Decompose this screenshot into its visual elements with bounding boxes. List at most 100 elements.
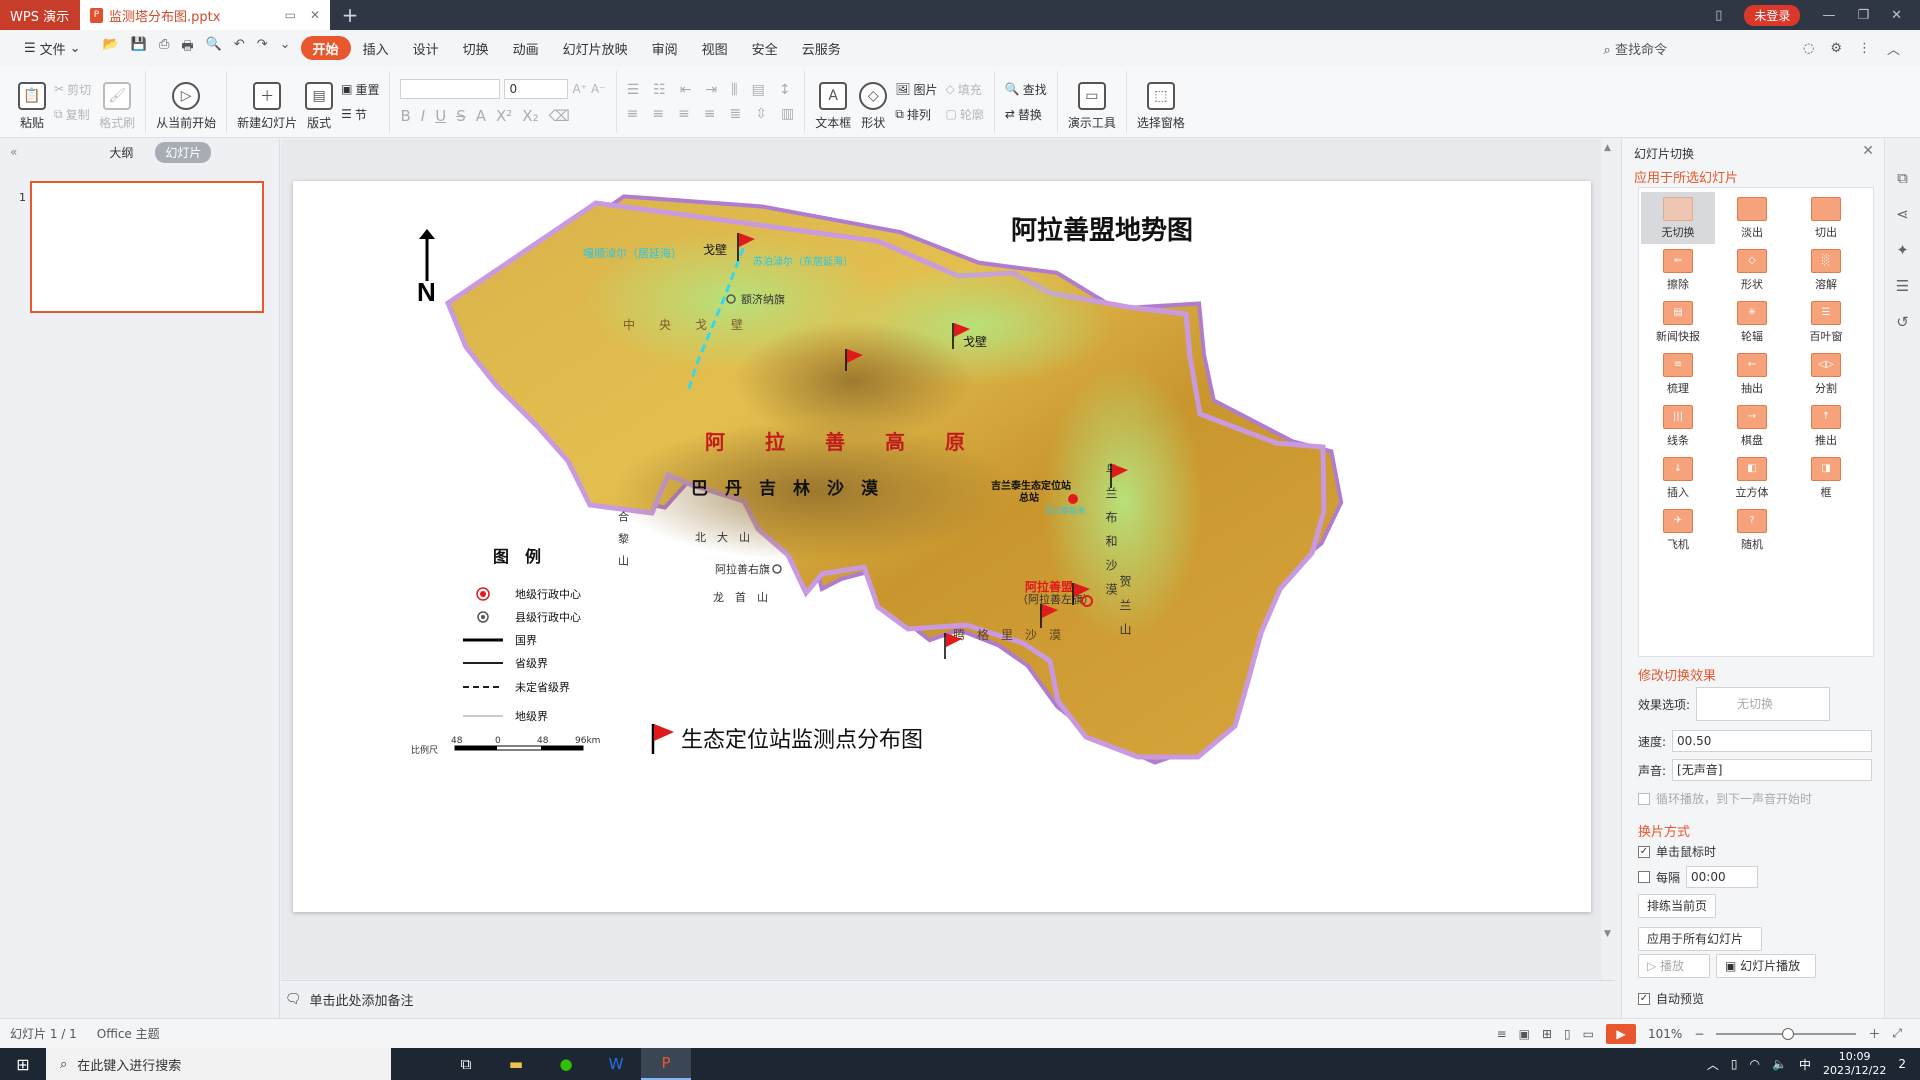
tab-home[interactable]: 开始 <box>300 36 351 60</box>
normal-view-icon[interactable]: ▣ <box>1519 1027 1530 1041</box>
new-slide-button[interactable]: ＋ 新建幻灯片 <box>237 73 297 131</box>
file-menu[interactable]: ☰ 文件 ⌄ <box>12 36 93 60</box>
file-explorer-icon[interactable]: ▬ <box>491 1048 541 1080</box>
find-command[interactable]: ⌕ 查找命令 <box>1604 39 1667 58</box>
collapse-ribbon-icon[interactable]: ︿ <box>1887 39 1900 58</box>
decrease-indent-icon[interactable]: ⇤ <box>680 82 692 98</box>
underline-icon[interactable]: U <box>435 107 446 125</box>
transition-checkerboard[interactable]: → 棋盘 <box>1715 400 1789 452</box>
auto-preview-checkbox[interactable]: ✓ <box>1638 992 1650 1005</box>
transition-newsflash[interactable]: ▤ 新闻快报 <box>1641 296 1715 348</box>
transition-wipe[interactable]: ⇐ 擦除 <box>1641 244 1715 296</box>
share-icon[interactable]: ⋖ <box>1896 205 1909 223</box>
align-left-icon[interactable]: ≡ <box>627 106 639 122</box>
textbox-button[interactable]: A 文本框 <box>815 73 851 131</box>
loop-checkbox[interactable] <box>1638 792 1650 805</box>
columns-icon[interactable]: ▥ <box>781 106 794 122</box>
transition-shape[interactable]: ◇ 形状 <box>1715 244 1789 296</box>
selection-pane-button[interactable]: ⬚ 选择窗格 <box>1137 73 1185 131</box>
font-name-input[interactable] <box>400 78 501 99</box>
notes-pane[interactable]: 🗨 单击此处添加备注 <box>281 980 1615 1018</box>
arrange-button[interactable]: ⧉ 排列 <box>895 106 937 123</box>
more-icon[interactable]: ⋮ <box>1858 41 1871 56</box>
strikethrough-icon[interactable]: S <box>456 107 466 125</box>
italic-icon[interactable]: I <box>421 107 425 125</box>
close-panel-icon[interactable]: ✕ <box>1862 143 1874 159</box>
notification-count[interactable]: 2 <box>1898 1057 1906 1071</box>
transition-cut[interactable]: 切出 <box>1789 192 1863 244</box>
para-spacing-icon[interactable]: ⇳ <box>755 106 767 122</box>
wechat-icon[interactable]: ● <box>541 1048 591 1080</box>
undo-icon[interactable]: ↶ <box>234 37 245 59</box>
replace-button[interactable]: ⇄ 替换 <box>1005 106 1047 123</box>
wps-writer-icon[interactable]: W <box>591 1048 641 1080</box>
maximize-icon[interactable]: ❐ <box>1857 8 1869 23</box>
panel-title[interactable]: 幻灯片切换 <box>1634 145 1694 162</box>
slideshow-play-button[interactable]: ▶ <box>1606 1023 1636 1044</box>
on-click-checkbox[interactable]: ✓ <box>1638 845 1650 858</box>
zoom-in-icon[interactable]: ＋ <box>1868 1025 1880 1042</box>
close-window-icon[interactable]: ✕ <box>1891 8 1902 23</box>
ime-indicator[interactable]: 中 <box>1799 1056 1811 1073</box>
numbering-icon[interactable]: ☷ <box>653 82 666 98</box>
play-button[interactable]: ▷ 播放 <box>1638 954 1710 978</box>
effect-options-select[interactable]: 无切换 <box>1696 687 1831 721</box>
format-painter-button[interactable]: 🖌 格式刷 <box>99 73 135 131</box>
app-tab[interactable]: WPS 演示 <box>0 0 80 30</box>
open-icon[interactable]: 📂 <box>103 37 119 59</box>
shape-button[interactable]: ◇ 形状 <box>859 73 888 131</box>
zoom-out-icon[interactable]: − <box>1694 1027 1704 1041</box>
transition-airplane[interactable]: ✈ 飞机 <box>1641 504 1715 556</box>
transition-insert[interactable]: ↓ 插入 <box>1641 452 1715 504</box>
distribute-icon[interactable]: ≣ <box>730 106 742 122</box>
bold-icon[interactable]: B <box>400 107 410 125</box>
tab-slides[interactable]: 幻灯片 <box>155 141 212 163</box>
transition-cube[interactable]: ◧ 立方体 <box>1715 452 1789 504</box>
apply-all-button[interactable]: 应用于所有幻灯片 <box>1638 927 1762 951</box>
battery-icon[interactable]: ▯ <box>1731 1057 1738 1071</box>
clear-format-icon[interactable]: ⌫ <box>549 107 570 125</box>
justify-icon[interactable]: ≡ <box>704 106 716 122</box>
zoom-slider[interactable] <box>1716 1027 1857 1040</box>
tab-design[interactable]: 设计 <box>401 36 451 60</box>
minimize-icon[interactable]: — <box>1822 8 1835 23</box>
transition-pull[interactable]: ← 抽出 <box>1715 348 1789 400</box>
wps-presentation-icon[interactable]: P <box>641 1048 691 1080</box>
settings-icon[interactable]: ⚙ <box>1830 41 1842 56</box>
save-icon[interactable]: 💾 <box>131 37 147 59</box>
bullets-icon[interactable]: ☰ <box>627 82 640 98</box>
export-icon[interactable]: ⎙ <box>159 37 169 59</box>
tab-outline[interactable]: 大纲 <box>109 144 133 161</box>
task-view-icon[interactable]: ⧉ <box>441 1048 491 1080</box>
tab-slideshow[interactable]: 幻灯片放映 <box>551 36 640 60</box>
transition-split[interactable]: ◁▷ 分割 <box>1789 348 1863 400</box>
text-direction-icon[interactable]: ⫼ <box>731 82 737 98</box>
every-checkbox[interactable] <box>1638 871 1650 883</box>
zoom-level[interactable]: 101% <box>1648 1027 1682 1041</box>
vertical-scrollbar[interactable]: ▲ ▼ <box>1601 139 1615 979</box>
layout-icon[interactable]: ▯ <box>1715 8 1722 23</box>
tab-transitions[interactable]: 切换 <box>451 36 501 60</box>
speed-input[interactable]: 00.50 <box>1672 730 1873 752</box>
redo-icon[interactable]: ↷ <box>257 37 268 59</box>
transition-dissolve[interactable]: ░ 溶解 <box>1789 244 1863 296</box>
sorter-view-icon[interactable]: ⊞ <box>1542 1027 1552 1041</box>
play-from-current-button[interactable]: ▷ 从当前开始 <box>156 73 216 131</box>
tab-security[interactable]: 安全 <box>740 36 790 60</box>
document-tab[interactable]: P 监测塔分布图.pptx ▭ ✕ <box>80 0 330 30</box>
comment-icon[interactable]: ◌ <box>1803 41 1814 56</box>
find-button[interactable]: 🔍 查找 <box>1005 81 1047 98</box>
preview-icon[interactable]: 🔍 <box>206 37 222 59</box>
line-spacing-icon[interactable]: ↕ <box>779 82 791 98</box>
transition-wheel[interactable]: ✳ 轮辐 <box>1715 296 1789 348</box>
network-icon[interactable]: ◠ <box>1750 1057 1760 1071</box>
slide[interactable]: N 阿拉善盟地势图 阿 拉 善 高 原 巴 丹 吉 林 沙 漠 中 央 戈 壁 … <box>293 181 1591 912</box>
tab-cloud[interactable]: 云服务 <box>790 36 853 60</box>
superscript-icon[interactable]: X² <box>496 107 512 125</box>
windows-start-icon[interactable]: ⊞ <box>0 1055 46 1074</box>
align-right-icon[interactable]: ≡ <box>678 106 690 122</box>
login-button[interactable]: 未登录 <box>1744 4 1801 26</box>
volume-icon[interactable]: 🔈 <box>1772 1057 1787 1071</box>
close-tab-icon[interactable]: ✕ <box>310 8 320 22</box>
zoom-slider-handle[interactable] <box>1782 1027 1795 1040</box>
